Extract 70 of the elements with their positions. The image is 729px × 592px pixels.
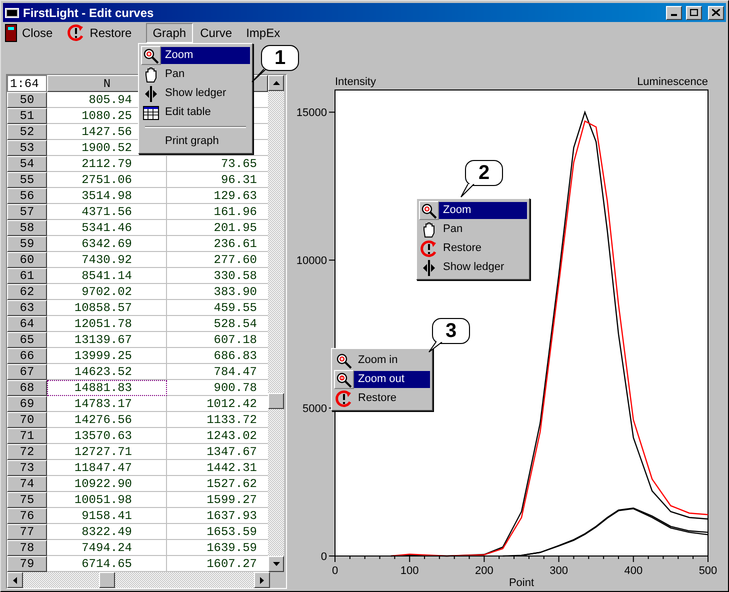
- table-cell: 1599.27: [167, 492, 268, 508]
- table-cell: 73.65: [167, 156, 268, 172]
- table-cell: 201.95: [167, 220, 268, 236]
- y-tick-label: 15000: [296, 107, 327, 120]
- table-cell: 3514.98: [47, 188, 167, 204]
- x-tick-label: 0: [332, 565, 338, 577]
- x-tick-label: 300: [550, 565, 568, 577]
- y-tick-label: 5000: [302, 403, 327, 416]
- table-cell: 12051.78: [47, 316, 167, 332]
- x-tick-label: 100: [400, 565, 419, 577]
- table-cell: 14623.52: [47, 364, 167, 380]
- table-cell: 277.60: [167, 252, 268, 268]
- table-cell: 129.63: [167, 188, 268, 204]
- callout-bubble: 1: [261, 45, 299, 71]
- table-cell: 6342.69: [47, 236, 167, 252]
- table-cell: 13139.67: [47, 332, 167, 348]
- table-cell: 8541.14: [47, 268, 167, 284]
- table-cell: 1607.27: [167, 556, 268, 572]
- table-cell: 1243.02: [167, 428, 268, 444]
- table-cell: 1639.59: [167, 540, 268, 556]
- table-cell: 383.90: [167, 284, 268, 300]
- table-cell: 10922.90: [47, 476, 167, 492]
- table-cell: 10858.57: [47, 300, 167, 316]
- table-cell: 9158.41: [47, 508, 167, 524]
- table-cell: 686.83: [167, 348, 268, 364]
- table-cell: 10051.98: [47, 492, 167, 508]
- table-cell: 1442.31: [167, 460, 268, 476]
- callout-bubble: 2: [465, 160, 503, 186]
- x-tick-label: 400: [624, 565, 643, 577]
- table-cell: 900.78: [167, 380, 268, 396]
- table-cell: 330.58: [167, 268, 268, 284]
- table-cell: 1133.72: [167, 412, 268, 428]
- y-axis-title: Intensity: [335, 75, 376, 88]
- table-cell: 5341.46: [47, 220, 167, 236]
- table-cell: 161.96: [167, 204, 268, 220]
- table-cell: 7430.92: [47, 252, 167, 268]
- table-cell: 14783.17: [47, 396, 167, 412]
- y-tick-label: 0: [320, 551, 327, 563]
- table-cell: 11847.47: [47, 460, 167, 476]
- window-title: FirstLight - Edit curves: [23, 4, 155, 22]
- x-tick-label: 200: [475, 565, 494, 577]
- table-cell: 1637.93: [167, 508, 268, 524]
- table-cell: 1653.59: [167, 524, 268, 540]
- chart-title: Luminescence: [637, 75, 708, 88]
- table-cell: 528.54: [167, 316, 268, 332]
- table-cell: 4371.56: [47, 204, 167, 220]
- table-cell: 13570.63: [47, 428, 167, 444]
- y-tick-label: 10000: [296, 255, 327, 268]
- table-cell: 1347.67: [167, 444, 268, 460]
- table-cell: 2751.06: [47, 172, 167, 188]
- table-cell: 236.61: [167, 236, 268, 252]
- table-cell: 7494.24: [47, 540, 167, 556]
- x-tick-label: 500: [698, 565, 718, 577]
- table-cell: 784.47: [167, 364, 268, 380]
- table-cell: 1012.42: [167, 396, 268, 412]
- table-cell: 1527.62: [167, 476, 268, 492]
- table-cell: 13999.25: [47, 348, 167, 364]
- table-cell: 14881.83: [47, 380, 167, 396]
- callout-bubble: 3: [432, 318, 470, 344]
- table-cell: 96.31: [167, 172, 268, 188]
- table-cell: 9702.02: [47, 284, 167, 300]
- table-cell: 459.55: [167, 300, 268, 316]
- table-cell: 12727.71: [47, 444, 167, 460]
- table-cell: 14276.56: [47, 412, 167, 428]
- table-cell: 8322.49: [47, 524, 167, 540]
- table-cell: 2112.79: [47, 156, 167, 172]
- x-axis-label: Point: [508, 577, 534, 587]
- table-cell: 607.18: [167, 332, 268, 348]
- corner-cell: 1:64: [7, 75, 47, 92]
- table-cell: 6714.65: [47, 556, 167, 572]
